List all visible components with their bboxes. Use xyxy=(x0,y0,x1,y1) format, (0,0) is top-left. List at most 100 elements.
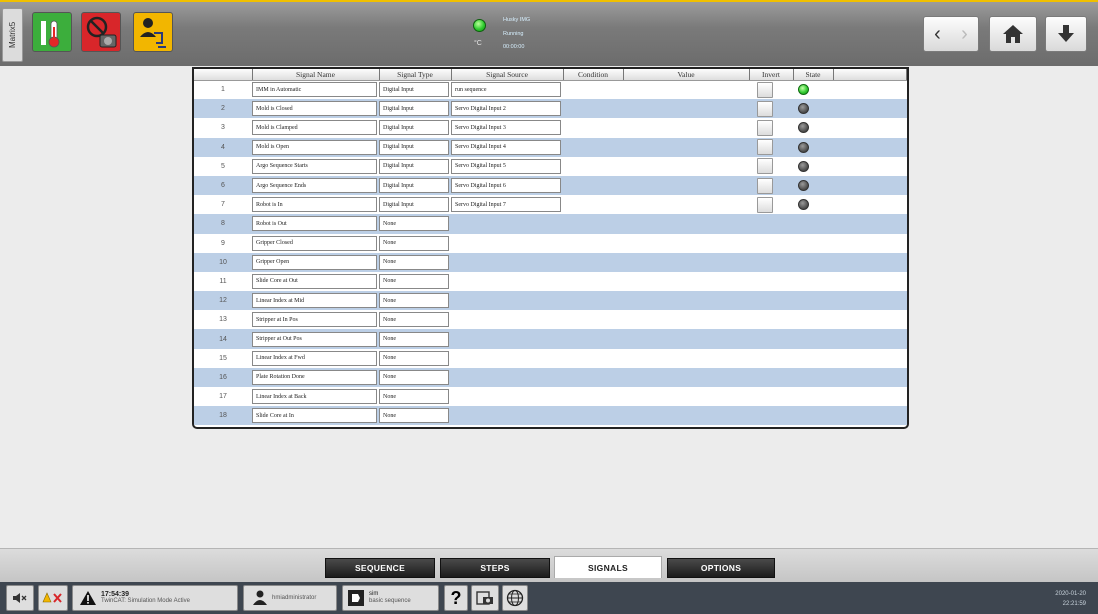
table-row[interactable]: 13 Stripper at In Pos None xyxy=(194,310,907,330)
signal-type-field[interactable]: Digital Input xyxy=(379,120,449,136)
alarm-banner[interactable]: 17:54:39 TwinCAT: Simulation Mode Active xyxy=(72,585,238,611)
mute-button[interactable] xyxy=(6,585,34,611)
signal-source-field[interactable]: Servo Digital Input 2 xyxy=(451,101,561,117)
signal-type-field[interactable]: None xyxy=(379,254,449,270)
invert-checkbox[interactable] xyxy=(757,100,773,117)
table-row[interactable]: 3 Mold is Clamped Digital Input Servo Digit… xyxy=(194,118,907,138)
value-cell xyxy=(623,138,749,157)
signal-name-field[interactable]: Mold is Clamped xyxy=(252,120,377,136)
signal-name-field[interactable]: Argo Sequence Starts xyxy=(252,158,377,174)
mute-icon xyxy=(13,593,27,603)
invert-checkbox[interactable] xyxy=(757,81,773,98)
help-icon[interactable]: ? xyxy=(444,585,468,611)
table-row[interactable]: 12 Linear Index at Mid None xyxy=(194,291,907,311)
home-button[interactable] xyxy=(989,16,1037,52)
table-row[interactable]: 7 Robot is In Digital Input Servo Digital I… xyxy=(194,195,907,215)
screenshot-icon xyxy=(476,591,493,605)
invert-checkbox[interactable] xyxy=(757,119,773,136)
signal-name-field[interactable]: Mold is Open xyxy=(252,139,377,155)
table-row[interactable]: 9 Gripper Closed None xyxy=(194,233,907,253)
signal-name-field[interactable]: Gripper Open xyxy=(252,254,377,270)
operator-icon[interactable] xyxy=(133,12,173,52)
signal-type-field[interactable]: None xyxy=(379,273,449,289)
tab-signals[interactable]: SIGNALS xyxy=(554,556,662,578)
invert-checkbox[interactable] xyxy=(757,139,773,156)
mode-panel[interactable]: sim basic sequence xyxy=(342,585,439,611)
mode-subtitle: basic sequence xyxy=(369,598,411,604)
user-panel[interactable]: hmiadministrator xyxy=(243,585,337,611)
alarm-reset-button[interactable] xyxy=(38,585,68,611)
table-row[interactable]: 14 Stripper at Out Pos None xyxy=(194,329,907,349)
table-row[interactable]: 11 Slide Core at Out None xyxy=(194,271,907,292)
tab-steps[interactable]: STEPS xyxy=(440,558,550,578)
table-row[interactable]: 8 Robot is Out None xyxy=(194,214,907,234)
signal-name-field[interactable]: Robot is Out xyxy=(252,216,377,232)
signal-name-field[interactable]: Linear Index at Back xyxy=(252,389,377,405)
signal-type-field[interactable]: Digital Input xyxy=(379,178,449,194)
condition-cell xyxy=(563,80,623,99)
back-icon[interactable]: ‹ xyxy=(934,23,941,46)
signal-name-field[interactable]: Argo Sequence Ends xyxy=(252,178,377,194)
signal-source-field[interactable]: Servo Digital Input 5 xyxy=(451,158,561,174)
signal-type-field[interactable]: None xyxy=(379,216,449,232)
forward-icon[interactable]: › xyxy=(961,23,968,46)
table-row[interactable]: 15 Linear Index at Fwd None xyxy=(194,348,907,368)
side-tab[interactable]: Matrix5 xyxy=(2,8,23,62)
table-row[interactable]: 17 Linear Index at Back None xyxy=(194,387,907,407)
signal-name-field[interactable]: Stripper at In Pos xyxy=(252,312,377,328)
signal-type-field[interactable]: Digital Input xyxy=(379,197,449,213)
signal-source-field[interactable]: Servo Digital Input 3 xyxy=(451,120,561,136)
signal-name-field[interactable]: Robot is In xyxy=(252,197,377,213)
signal-name-field[interactable]: Plate Rotation Done xyxy=(252,369,377,385)
signal-name-field[interactable]: Stripper at Out Pos xyxy=(252,331,377,347)
signal-name-field[interactable]: Linear Index at Fwd xyxy=(252,350,377,366)
signal-type-field[interactable]: None xyxy=(379,350,449,366)
row-number: 5 xyxy=(221,162,225,170)
signal-type-field[interactable]: None xyxy=(379,331,449,347)
signal-type-field[interactable]: Digital Input xyxy=(379,82,449,98)
signal-type-field[interactable]: None xyxy=(379,293,449,309)
invert-checkbox[interactable] xyxy=(757,196,773,213)
signal-name-field[interactable]: IMM in Automatic xyxy=(252,82,377,98)
language-button[interactable] xyxy=(502,585,528,611)
download-button[interactable] xyxy=(1045,16,1087,52)
table-row[interactable]: 1 IMM in Automatic Digital Input run sequen… xyxy=(194,80,907,100)
signal-type-field[interactable]: None xyxy=(379,369,449,385)
signal-type-field[interactable]: None xyxy=(379,235,449,251)
signal-source-field[interactable]: Servo Digital Input 6 xyxy=(451,178,561,194)
signal-name-field[interactable]: Linear Index at Mid xyxy=(252,293,377,309)
table-row[interactable]: 2 Mold is Closed Digital Input Servo Digita… xyxy=(194,99,907,119)
screenshot-button[interactable] xyxy=(471,585,499,611)
tab-options[interactable]: OPTIONS xyxy=(667,558,775,578)
signal-source-field[interactable]: Servo Digital Input 4 xyxy=(451,139,561,155)
table-row[interactable]: 4 Mold is Open Digital Input Servo Digital … xyxy=(194,137,907,157)
invert-checkbox[interactable] xyxy=(757,158,773,175)
row-number: 6 xyxy=(221,182,225,190)
signal-type-field[interactable]: None xyxy=(379,389,449,405)
row-number: 1 xyxy=(221,86,225,94)
empty-cell xyxy=(451,234,907,253)
table-row[interactable]: 5 Argo Sequence Starts Digital Input Servo … xyxy=(194,156,907,176)
state-led-icon xyxy=(798,141,809,153)
signal-name-field[interactable]: Slide Core at In xyxy=(252,408,377,424)
signal-name-field[interactable]: Gripper Closed xyxy=(252,235,377,251)
signal-type-field[interactable]: Digital Input xyxy=(379,101,449,117)
user-icon xyxy=(253,590,267,605)
signal-source-field[interactable]: Servo Digital Input 7 xyxy=(451,197,561,213)
signal-source-field[interactable]: run sequence xyxy=(451,82,561,98)
signal-type-field[interactable]: Digital Input xyxy=(379,139,449,155)
tab-sequence[interactable]: SEQUENCE xyxy=(325,558,435,578)
invert-checkbox[interactable] xyxy=(757,177,773,194)
signal-type-field[interactable]: None xyxy=(379,408,449,424)
signal-type-field[interactable]: None xyxy=(379,312,449,328)
table-row[interactable]: 6 Argo Sequence Ends Digital Input Servo Di… xyxy=(194,175,907,196)
motor-disabled-icon[interactable] xyxy=(81,12,121,52)
table-row[interactable]: 18 Slide Core at In None xyxy=(194,406,907,426)
signal-name-field[interactable]: Mold is Closed xyxy=(252,101,377,117)
signal-type-field[interactable]: Digital Input xyxy=(379,158,449,174)
condition-cell xyxy=(563,195,623,214)
table-row[interactable]: 16 Plate Rotation Done None xyxy=(194,367,907,387)
table-row[interactable]: 10 Gripper Open None xyxy=(194,252,907,272)
signal-name-field[interactable]: Slide Core at Out xyxy=(252,273,377,289)
temperature-icon[interactable] xyxy=(32,12,72,52)
